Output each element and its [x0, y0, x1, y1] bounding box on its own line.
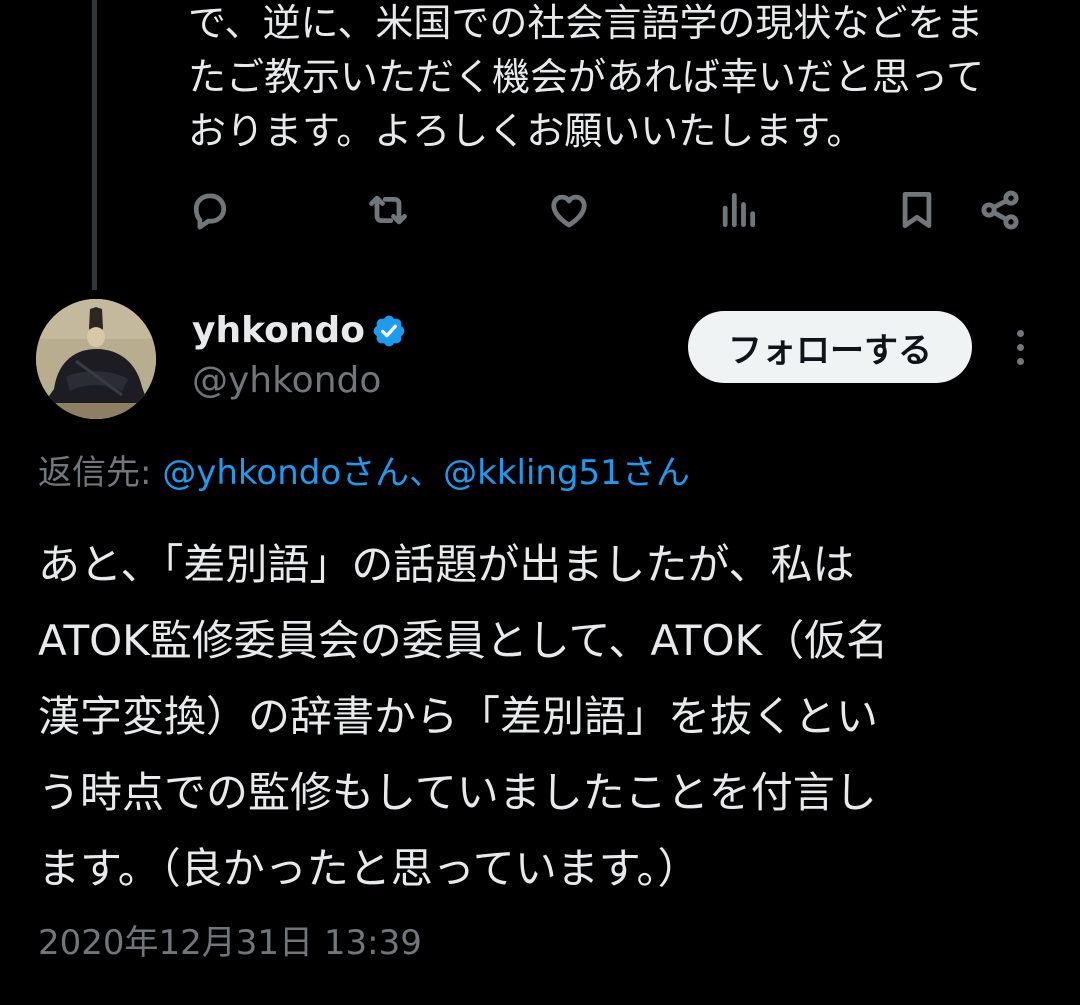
more-dot-icon [1016, 357, 1024, 365]
thread-connector-line [92, 0, 97, 290]
bookmark-button[interactable] [889, 182, 945, 238]
replying-to: 返信先: @yhkondoさん、@kkling51さん [38, 450, 690, 496]
retweet-button[interactable] [360, 182, 416, 238]
tweet-text: あと、「差別語」の話題が出ましたが、私は ATOK監修委員会の委員として、ATO… [38, 540, 889, 893]
views-icon [722, 192, 756, 228]
views-button[interactable] [710, 182, 766, 238]
user-handle[interactable]: @yhkondo [192, 358, 381, 404]
like-icon [551, 194, 587, 228]
follow-button[interactable]: フォローする [688, 311, 972, 383]
more-dot-icon [1016, 329, 1024, 337]
avatar[interactable] [36, 299, 156, 419]
retweet-icon [369, 195, 407, 225]
tweet-timestamp[interactable]: 2020年12月31日 13:39 [38, 920, 422, 966]
share-icon [981, 190, 1019, 230]
replying-to-mentions[interactable]: @yhkondoさん、@kkling51さん [162, 453, 690, 493]
previous-tweet-text: で、逆に、米国での社会言語学の現状などをま たご教示いただく機会があれば幸いだと… [188, 1, 985, 153]
bookmark-icon [902, 192, 932, 228]
share-button[interactable] [972, 182, 1028, 238]
more-options-button[interactable] [1000, 322, 1040, 372]
previous-tweet-action-bar [0, 182, 1080, 238]
avatar-portrait-image [36, 299, 156, 419]
reply-button[interactable] [182, 182, 238, 238]
display-name[interactable]: yhkondo [192, 308, 365, 354]
like-button[interactable] [541, 182, 597, 238]
more-dot-icon [1016, 343, 1024, 351]
replying-to-prefix: 返信先: [38, 453, 163, 493]
verified-badge-icon [373, 315, 405, 347]
reply-icon [193, 193, 227, 230]
